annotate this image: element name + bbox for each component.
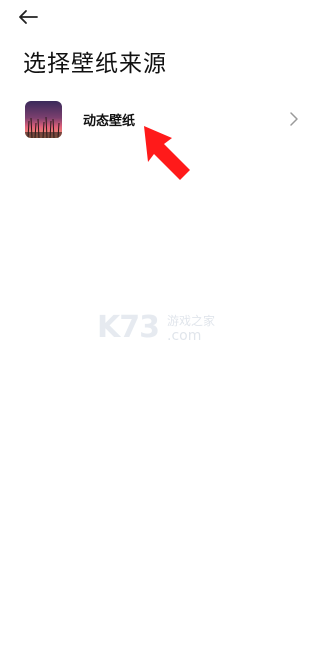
- watermark-sub: 游戏之家: [167, 314, 216, 328]
- chevron-right-icon: [290, 112, 298, 126]
- back-button[interactable]: [18, 4, 48, 30]
- watermark-brand: K73: [97, 310, 160, 345]
- sunset-grass-thumbnail: [25, 101, 62, 138]
- page-title: 选择壁纸来源: [23, 51, 167, 77]
- watermark-domain: .com: [167, 328, 202, 344]
- arrow-left-icon: [19, 10, 38, 24]
- watermark: K73 游戏之家 .com: [97, 310, 237, 350]
- red-pointer-arrow-icon: [144, 126, 190, 180]
- source-item-label: 动态壁纸: [83, 114, 136, 129]
